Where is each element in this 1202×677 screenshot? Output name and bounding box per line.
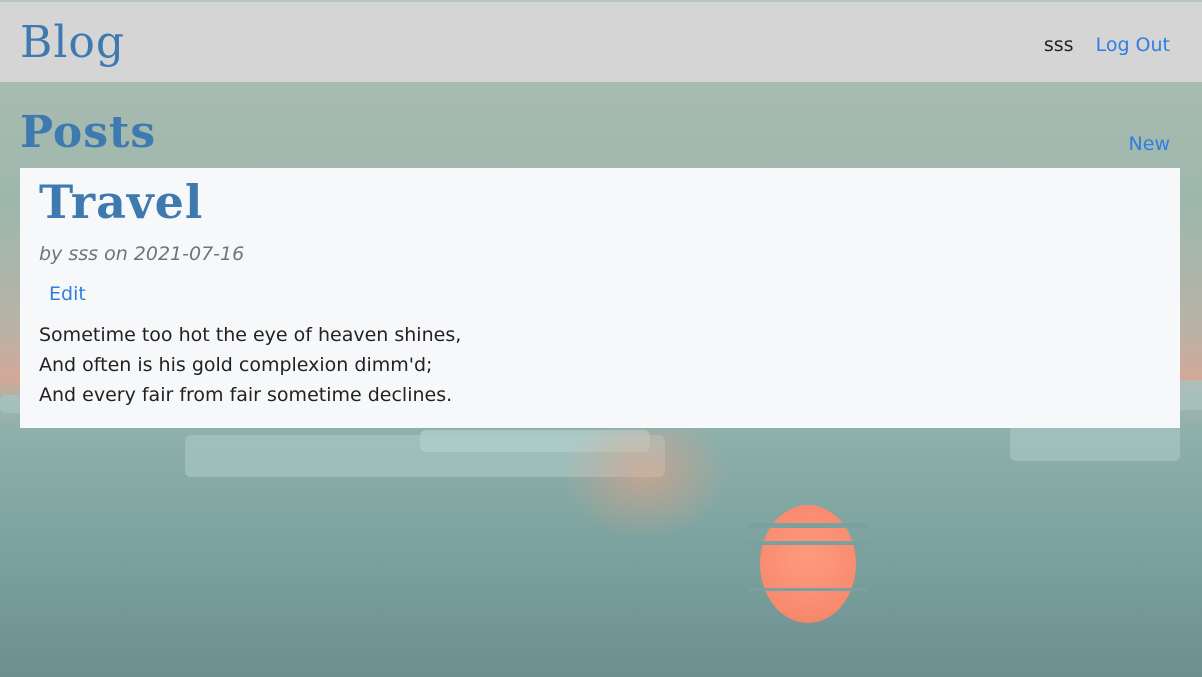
sun-reflection (560, 430, 730, 540)
post-body: Sometime too hot the eye of heaven shine… (39, 320, 461, 410)
sun-reflection-stripe (748, 588, 868, 591)
post-body-line: And often is his gold complexion dimm'd; (39, 354, 433, 376)
sun-reflection-stripe (748, 523, 868, 528)
edit-post-link[interactable]: Edit (49, 281, 86, 307)
post-body-line: And every fair from fair sometime declin… (39, 384, 453, 406)
post-meta: by sss on 2021-07-16 (39, 243, 245, 265)
logout-link[interactable]: Log Out (1096, 34, 1170, 56)
new-post-link[interactable]: New (1129, 131, 1170, 157)
current-username: sss (1043, 34, 1074, 56)
top-navbar: Blog sss Log Out (0, 2, 1202, 82)
post-card: Travel by sss on 2021-07-16 Edit Sometim… (20, 168, 1180, 428)
ice-floe (1010, 425, 1180, 461)
page-title: Posts (20, 107, 157, 158)
post-title: Travel (39, 175, 204, 229)
nav-user-area: sss Log Out (1044, 32, 1170, 58)
post-body-line: Sometime too hot the eye of heaven shine… (39, 324, 462, 346)
brand-logo-link[interactable]: Blog (20, 16, 125, 70)
sun-reflection-stripe (748, 541, 868, 545)
